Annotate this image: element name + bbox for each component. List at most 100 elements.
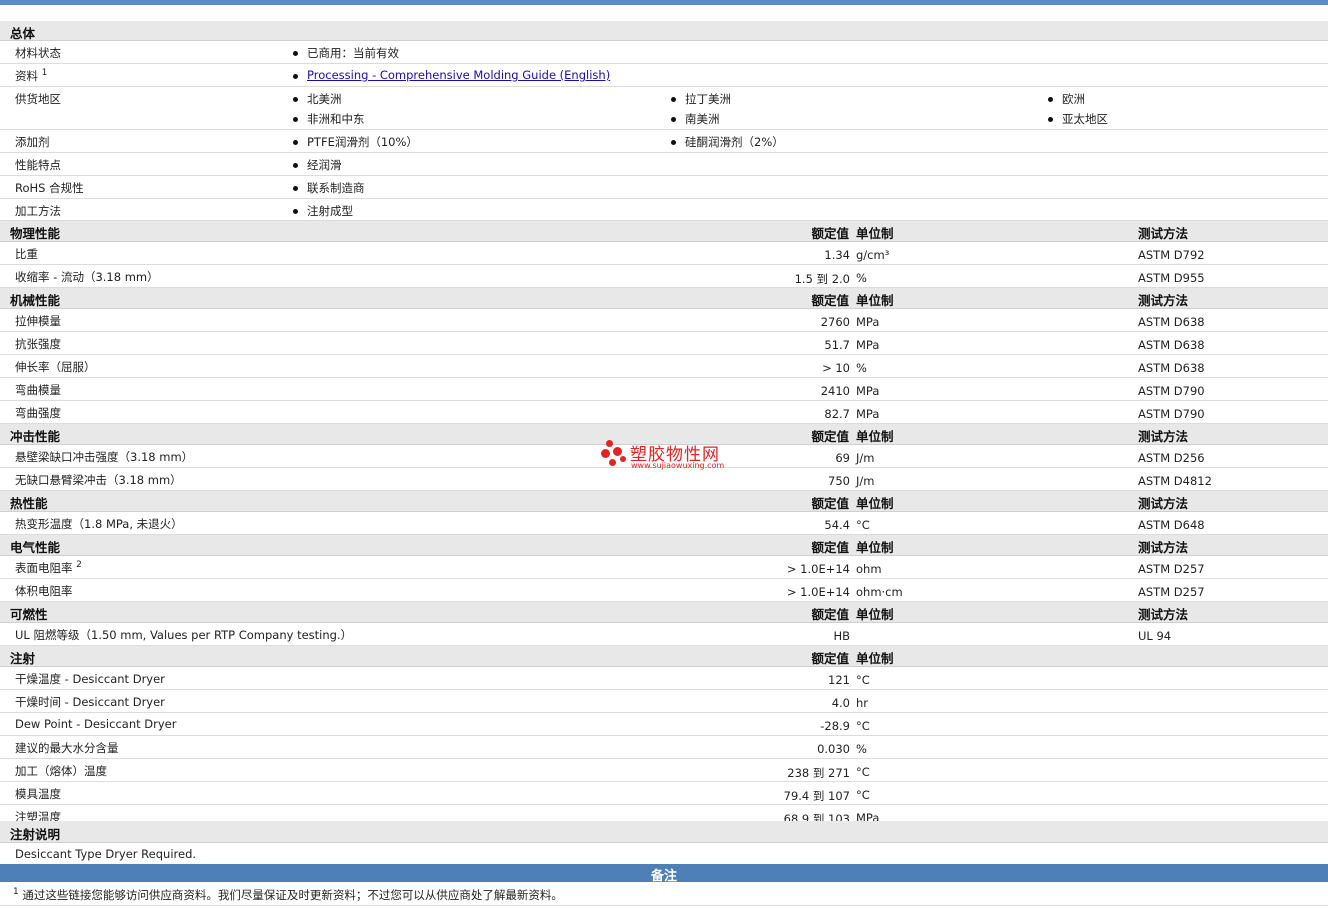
property-name: 比重 (15, 246, 38, 262)
property-name: 加工（熔体）温度 (15, 763, 107, 779)
section-header-general: 总体 (0, 21, 1328, 41)
property-name-text: 建议的最大水分含量 (15, 741, 119, 755)
section-header: 机械性能 额定值 单位制 测试方法 (0, 288, 1328, 309)
additive-item: PTFE润滑剂（10%） (293, 135, 418, 149)
property-name: 干燥温度 - Desiccant Dryer (15, 671, 165, 687)
unit-value: MPa (856, 407, 880, 421)
test-method: ASTM D792 (1138, 248, 1205, 262)
unit-value: MPa (856, 315, 880, 329)
footnote-marker: 1 (13, 887, 19, 898)
property-value: 已商用：当前有效 (293, 46, 399, 60)
property-name-text: 弯曲模量 (15, 383, 61, 397)
unit-value: MPa (856, 338, 880, 352)
additive-item: 硅酮润滑剂（2%） (671, 135, 784, 149)
unit-value: J/m (856, 451, 875, 465)
row-footnote: 1 通过这些链接您能够访问供应商资料。我们尽量保证及时更新资料；不过您可以从供应… (0, 882, 1328, 906)
nominal-value: 0.030 (817, 742, 850, 756)
property-row: 建议的最大水分含量 0.030% (0, 736, 1328, 759)
column-header-method: 测试方法 (1138, 226, 1189, 241)
property-name: 模具温度 (15, 786, 61, 802)
logo-dot (601, 449, 610, 458)
property-row: 表面电阻率 2 > 1.0E+14 ohm ASTM D257 (0, 556, 1328, 579)
column-header-unit: 单位制 (856, 429, 894, 444)
column-header-unit: 单位制 (856, 293, 894, 308)
row-resources: 资料 1 Processing - Comprehensive Molding … (0, 64, 1328, 87)
section-title: 冲击性能 (10, 429, 61, 444)
column-header-unit: 单位制 (856, 607, 894, 622)
property-label: 材料状态 (15, 46, 61, 60)
test-method: ASTM D257 (1138, 585, 1205, 599)
property-label: RoHS 合规性 (15, 181, 84, 195)
watermark-url: www.sujiaowuxing.com (631, 461, 725, 470)
property-name-text: 干燥时间 - Desiccant Dryer (15, 695, 165, 709)
property-row: 收缩率 - 流动（3.18 mm） 1.5 到 2.0% ASTM D955 (0, 265, 1328, 288)
test-method: ASTM D648 (1138, 518, 1205, 532)
property-row: 拉伸模量 2760 MPa ASTM D638 (0, 309, 1328, 332)
column-header-nominal: 额定值 (811, 651, 849, 666)
property-name-text: 热变形温度（1.8 MPa, 未退火） (15, 517, 183, 531)
logo-dot (613, 447, 622, 456)
test-method: ASTM D955 (1138, 271, 1205, 285)
region-item: 欧洲 (1048, 92, 1085, 106)
section-title: 总体 (10, 26, 36, 41)
nominal-value: 54.4 (824, 518, 850, 532)
property-name: UL 阻燃等级（1.50 mm, Values per RTP Company … (15, 627, 352, 643)
property-row: Dew Point - Desiccant Dryer -28.9 °C (0, 713, 1328, 736)
property-name-text: 表面电阻率 (15, 561, 73, 575)
property-name-text: 干燥温度 - Desiccant Dryer (15, 672, 165, 686)
column-header-nominal: 额定值 (811, 293, 849, 308)
region-item: 北美洲 (293, 92, 342, 106)
unit-value: °C (856, 719, 870, 733)
property-name-text: 伸长率（屈服） (15, 360, 96, 374)
property-name-text: 拉伸模量 (15, 314, 61, 328)
property-value: 经润滑 (293, 158, 342, 172)
processing-guide-link[interactable]: Processing - Comprehensive Molding Guide… (292, 68, 610, 82)
test-method: ASTM D257 (1138, 562, 1205, 576)
column-header-unit: 单位制 (856, 496, 894, 511)
region-item: 南美洲 (671, 112, 720, 126)
property-row: 干燥温度 - Desiccant Dryer 121 °C (0, 667, 1328, 690)
footnote-text: 1 通过这些链接您能够访问供应商资料。我们尽量保证及时更新资料；不过您可以从供应… (13, 887, 563, 903)
property-name: 拉伸模量 (15, 313, 61, 329)
unit-value: % (856, 742, 867, 756)
test-method: ASTM D638 (1138, 361, 1205, 375)
column-header-unit: 单位制 (856, 226, 894, 241)
logo-dot (609, 459, 616, 466)
unit-value: ohm (856, 562, 882, 576)
property-name-text: 比重 (15, 247, 38, 261)
nominal-value: 121 (828, 673, 850, 687)
property-name: 抗张强度 (15, 336, 61, 352)
row-features: 性能特点 经润滑 (0, 153, 1328, 176)
property-name-text: 模具温度 (15, 787, 61, 801)
unit-value: J/m (856, 474, 875, 488)
property-row: 弯曲强度 82.7 MPa ASTM D790 (0, 401, 1328, 424)
unit-value: °C (856, 673, 870, 687)
logo-dot (606, 440, 613, 447)
property-label: 供货地区 (15, 92, 61, 106)
nominal-value: 2760 (820, 315, 850, 329)
nominal-value: 82.7 (824, 407, 850, 421)
section-header: 注射 额定值 单位制 (0, 646, 1328, 667)
nominal-value: 1.5 到 2.0 (794, 272, 850, 286)
column-header-nominal: 额定值 (811, 540, 849, 555)
column-header-nominal: 额定值 (811, 226, 849, 241)
section-title: 可燃性 (10, 607, 48, 622)
column-header-method: 测试方法 (1138, 429, 1189, 444)
property-row: 干燥时间 - Desiccant Dryer 4.0 hr (0, 690, 1328, 713)
test-method: ASTM D4812 (1138, 474, 1212, 488)
property-name: 热变形温度（1.8 MPa, 未退火） (15, 516, 183, 532)
property-name: 弯曲模量 (15, 382, 61, 398)
row-rohs: RoHS 合规性 联系制造商 (0, 176, 1328, 199)
nominal-value: HB (833, 629, 850, 643)
footnote-marker: 1 (41, 68, 48, 79)
property-row: 加工（熔体）温度 238 到 271 °C (0, 759, 1328, 782)
property-name: Dew Point - Desiccant Dryer (15, 717, 176, 731)
section-header-injection-notes: 注射说明 (0, 821, 1328, 843)
property-name: 伸长率（屈服） (15, 359, 96, 375)
nominal-value: > 1.0E+14 (786, 562, 850, 576)
nominal-value: 1.34 (824, 248, 850, 262)
column-header-nominal: 额定值 (811, 496, 849, 511)
nominal-value: 4.0 (831, 696, 850, 710)
nominal-value: 238 到 271 (787, 766, 850, 780)
nominal-value: > 1.0E+14 (786, 585, 850, 599)
